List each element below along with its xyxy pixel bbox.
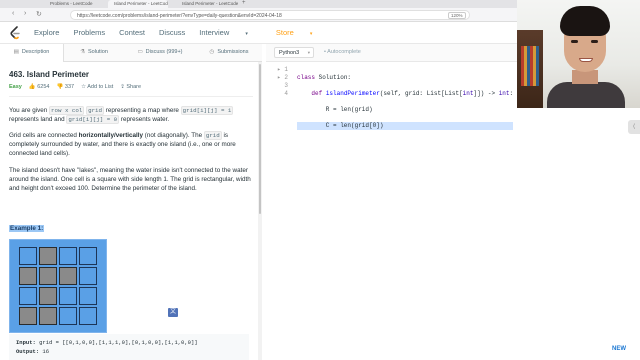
browser-tab[interactable]: Problems - LeetCode xyxy=(44,0,104,8)
code-line: def islandPerimeter(self, grid: List[Lis… xyxy=(311,90,514,97)
nav-explore[interactable]: Explore xyxy=(34,28,59,37)
water-cell xyxy=(79,247,97,265)
problem-paragraph-1: You are given row x col grid representin… xyxy=(9,106,234,124)
clock-icon: ◷ xyxy=(209,49,215,55)
water-cell xyxy=(19,287,37,305)
flask-icon: ⚗ xyxy=(80,49,86,55)
forward-icon[interactable]: › xyxy=(24,10,26,17)
back-icon[interactable]: ‹ xyxy=(12,10,14,17)
nav-interview[interactable]: Interview ▾ xyxy=(199,28,262,37)
chevron-down-icon: ▾ xyxy=(307,50,310,55)
line-number: ▸ 2 xyxy=(277,74,288,81)
problem-title: 463. Island Perimeter xyxy=(9,70,90,79)
code-line: class Solution: xyxy=(297,74,352,81)
example-title: Example 1: xyxy=(9,225,45,232)
water-cell xyxy=(59,287,77,305)
tab-solution[interactable]: ⚗ Solution xyxy=(64,44,124,62)
translate-icon[interactable]: 文 xyxy=(168,308,178,317)
chevron-down-icon: ▾ xyxy=(245,31,248,37)
land-cell xyxy=(39,287,57,305)
add-to-list-button[interactable]: ☆ Add to List xyxy=(81,84,113,90)
line-number: 3 xyxy=(284,82,288,89)
new-tab-icon[interactable]: + xyxy=(242,0,246,6)
problem-paragraph-3: The island doesn't have "lakes", meaning… xyxy=(9,167,251,192)
land-cell xyxy=(19,267,37,285)
land-cell xyxy=(19,307,37,325)
land-cell xyxy=(39,267,57,285)
chat-icon: ▭ xyxy=(137,49,143,55)
language-select[interactable]: Python3 ▾ xyxy=(274,47,314,58)
code-text: class Solution: def islandPerimeter(self… xyxy=(297,66,514,146)
difficulty-badge: Easy xyxy=(9,84,22,90)
land-cell xyxy=(39,307,57,325)
code-line-active: C = len(grid[0]) xyxy=(297,122,514,130)
star-icon: ☆ xyxy=(81,84,87,90)
thumbs-down-icon: 👎 xyxy=(56,84,64,90)
thumbs-up-icon: 👍 xyxy=(28,84,36,90)
island-grid-image xyxy=(9,239,107,333)
autocomplete-toggle[interactable]: • Autocomplete xyxy=(324,49,361,55)
water-cell xyxy=(79,287,97,305)
tab-submissions[interactable]: ◷ Submissions xyxy=(196,44,262,62)
water-cell xyxy=(79,307,97,325)
books xyxy=(521,46,539,86)
like-button[interactable]: 👍 6254 xyxy=(29,84,50,90)
water-cell xyxy=(59,247,77,265)
divider xyxy=(9,96,253,97)
chevron-down-icon: ▾ xyxy=(309,31,313,37)
url-input[interactable]: https://leetcode.com/problems/island-per… xyxy=(70,10,470,20)
zoom-indicator[interactable]: 120% xyxy=(448,12,466,19)
dot-icon: • xyxy=(324,49,326,55)
water-cell xyxy=(59,307,77,325)
nav-store[interactable]: Store ▾ xyxy=(276,28,327,37)
webcam-overlay xyxy=(517,0,640,108)
person-eye xyxy=(591,40,598,43)
side-panel-toggle-icon[interactable]: ⟨ xyxy=(628,120,640,134)
land-cell xyxy=(39,247,57,265)
nav-discuss[interactable]: Discuss xyxy=(159,28,185,37)
description-tab-bar: ▤ Description ⚗ Solution ▭ Discuss (999+) ◷… xyxy=(0,44,262,62)
browser-tab[interactable]: Island Perimeter - LeetCode xyxy=(176,0,238,8)
new-badge[interactable]: NEW xyxy=(612,346,626,352)
nav-problems[interactable]: Problems xyxy=(73,28,105,37)
site-nav: Explore Problems Contest Discuss Intervi… xyxy=(34,28,340,37)
dislike-button[interactable]: 👎 337 xyxy=(57,84,75,90)
water-cell xyxy=(79,267,97,285)
problem-paragraph-2: Grid cells are connected horizontally/ve… xyxy=(9,131,236,157)
water-cell xyxy=(19,247,37,265)
person-mouth xyxy=(579,58,593,62)
person-shirt xyxy=(547,82,625,108)
tab-discuss[interactable]: ▭ Discuss (999+) xyxy=(124,44,196,62)
line-number: ▸ 1 xyxy=(277,66,288,73)
person-neck xyxy=(572,70,598,84)
land-cell xyxy=(59,267,77,285)
reload-icon[interactable]: ↻ xyxy=(36,10,42,18)
problem-meta: Easy 👍 6254 👎 337 ☆ Add to List ⇪ Share xyxy=(9,84,141,90)
share-icon: ⇪ xyxy=(120,84,125,90)
line-gutter: ▸ 1 ▸ 2 3 4 xyxy=(266,66,290,98)
tab-description[interactable]: ▤ Description xyxy=(0,44,64,62)
share-button[interactable]: ⇪ Share xyxy=(120,84,141,90)
person-hair xyxy=(560,6,610,36)
nav-contest[interactable]: Contest xyxy=(119,28,145,37)
browser-tab-active[interactable]: Island Perimeter - LeetCode xyxy=(108,0,168,8)
code-line: R = len(grid) xyxy=(297,106,373,113)
doc-icon: ▤ xyxy=(13,49,19,55)
person-eye xyxy=(571,40,578,43)
leetcode-logo-icon[interactable] xyxy=(9,26,21,40)
description-scroll-thumb[interactable] xyxy=(259,64,261,214)
line-number: 4 xyxy=(284,90,288,97)
example-io: Input: grid = [[0,1,0,0],[1,1,1,0],[0,1,… xyxy=(9,334,249,360)
